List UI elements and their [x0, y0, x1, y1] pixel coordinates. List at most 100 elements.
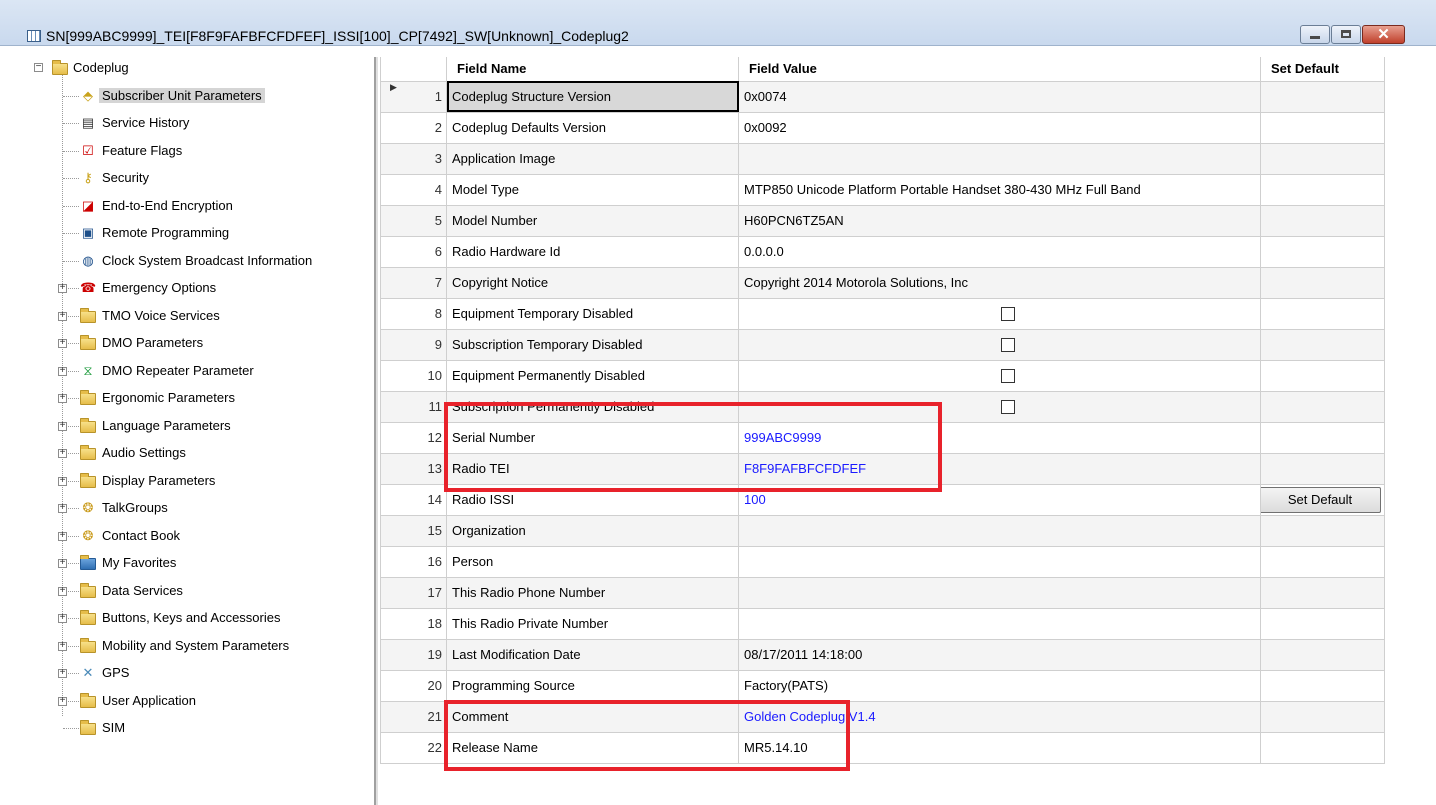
expand-icon[interactable]: + — [58, 338, 67, 348]
table-row[interactable]: 4 Model Type MTP850 Unicode Platform Porta… — [380, 173, 1385, 206]
column-header-field-value[interactable]: Field Value — [738, 57, 1261, 82]
expand-icon[interactable]: + — [58, 393, 67, 403]
expand-icon[interactable]: + — [58, 586, 67, 596]
expand-icon[interactable]: + — [58, 421, 67, 431]
table-row[interactable]: 9 Subscription Temporary Disabled — [380, 328, 1385, 361]
field-value-cell[interactable] — [738, 545, 1261, 578]
expand-icon[interactable]: + — [58, 476, 67, 486]
row-header[interactable]: ▶ 1 — [380, 80, 447, 113]
table-row[interactable]: 6 Radio Hardware Id 0.0.0.0 — [380, 235, 1385, 268]
row-header[interactable]: 8 — [380, 297, 447, 330]
table-row[interactable]: 2 Codeplug Defaults Version 0x0092 — [380, 111, 1385, 144]
expand-icon[interactable]: + — [58, 558, 67, 568]
table-row[interactable]: 8 Equipment Temporary Disabled — [380, 297, 1385, 330]
expand-icon[interactable]: + — [58, 696, 67, 706]
field-value-cell[interactable]: 0.0.0.0 — [738, 235, 1261, 268]
field-value-cell[interactable]: 08/17/2011 14:18:00 — [738, 638, 1261, 671]
field-value-cell[interactable]: MTP850 Unicode Platform Portable Handset… — [738, 173, 1261, 206]
row-header[interactable]: 21 — [380, 700, 447, 733]
expand-icon[interactable]: + — [58, 531, 67, 541]
row-header[interactable]: 13 — [380, 452, 447, 485]
row-header[interactable]: 10 — [380, 359, 447, 392]
set-default-cell — [1260, 669, 1385, 702]
field-name-cell[interactable]: Application Image — [446, 142, 739, 175]
expand-icon[interactable]: + — [58, 668, 67, 678]
table-row[interactable]: 15 Organization — [380, 514, 1385, 547]
table-row[interactable]: 20 Programming Source Factory(PATS) — [380, 669, 1385, 702]
field-value-cell[interactable]: Factory(PATS) — [738, 669, 1261, 702]
table-row[interactable]: ▶ 1 Codeplug Structure Version 0x0074 — [380, 80, 1385, 113]
field-value-cell[interactable]: Copyright 2014 Motorola Solutions, Inc — [738, 266, 1261, 299]
table-row[interactable]: 3 Application Image — [380, 142, 1385, 175]
field-value-cell[interactable] — [738, 576, 1261, 609]
row-header[interactable]: 20 — [380, 669, 447, 702]
maximize-button[interactable] — [1331, 25, 1361, 44]
field-name-cell[interactable]: Copyright Notice — [446, 266, 739, 299]
row-header[interactable]: 9 — [380, 328, 447, 361]
row-header[interactable]: 7 — [380, 266, 447, 299]
collapse-icon[interactable]: − — [34, 62, 43, 72]
field-name-cell[interactable]: Codeplug Structure Version — [446, 80, 739, 113]
row-header[interactable]: 5 — [380, 204, 447, 237]
table-row[interactable]: 18 This Radio Private Number — [380, 607, 1385, 640]
table-row[interactable]: 19 Last Modification Date 08/17/2011 14:18… — [380, 638, 1385, 671]
checkbox[interactable] — [1000, 369, 1015, 384]
field-value-cell[interactable]: 0x0074 — [738, 80, 1261, 113]
table-row[interactable]: 17 This Radio Phone Number — [380, 576, 1385, 609]
expand-icon[interactable]: + — [58, 641, 67, 651]
row-header[interactable]: 19 — [380, 638, 447, 671]
table-row[interactable]: 16 Person — [380, 545, 1385, 578]
expand-icon[interactable]: + — [58, 613, 67, 623]
field-value-cell[interactable] — [738, 142, 1261, 175]
checkbox[interactable] — [1000, 400, 1015, 415]
expand-icon[interactable]: + — [58, 448, 67, 458]
field-value-cell[interactable] — [738, 297, 1261, 330]
table-row[interactable]: 5 Model Number H60PCN6TZ5AN — [380, 204, 1385, 237]
row-header[interactable]: 6 — [380, 235, 447, 268]
row-header[interactable]: 11 — [380, 390, 447, 423]
field-name-cell[interactable]: Programming Source — [446, 669, 739, 702]
close-button[interactable]: ✕ — [1362, 25, 1405, 44]
column-header-set-default[interactable]: Set Default — [1260, 57, 1385, 82]
row-header[interactable]: 22 — [380, 731, 447, 764]
field-name-cell[interactable]: Last Modification Date — [446, 638, 739, 671]
field-value-cell[interactable] — [738, 607, 1261, 640]
codeplug-tree[interactable]: − Codeplug ⬘ Subscriber Unit Parameters ▤ Ser… — [24, 57, 374, 805]
row-header[interactable]: 15 — [380, 514, 447, 547]
set-default-button[interactable]: Set Default — [1261, 486, 1381, 513]
row-header[interactable]: 14 — [380, 483, 447, 516]
column-header-field-name[interactable]: Field Name — [446, 57, 739, 82]
expand-icon[interactable]: + — [58, 311, 67, 321]
field-name-cell[interactable]: Radio Hardware Id — [446, 235, 739, 268]
row-header[interactable]: 2 — [380, 111, 447, 144]
row-header[interactable]: 12 — [380, 421, 447, 454]
checkbox[interactable] — [1000, 307, 1015, 322]
field-name-cell[interactable]: Model Type — [446, 173, 739, 206]
field-value-cell[interactable] — [738, 328, 1261, 361]
field-name-cell[interactable]: Equipment Temporary Disabled — [446, 297, 739, 330]
field-value-cell[interactable]: H60PCN6TZ5AN — [738, 204, 1261, 237]
field-name-cell[interactable]: Organization — [446, 514, 739, 547]
field-value-cell[interactable]: 0x0092 — [738, 111, 1261, 144]
table-row[interactable]: 10 Equipment Permanently Disabled — [380, 359, 1385, 392]
checkbox[interactable] — [1000, 338, 1015, 353]
field-name-cell[interactable]: Subscription Temporary Disabled — [446, 328, 739, 361]
field-name-cell[interactable]: This Radio Private Number — [446, 607, 739, 640]
row-header[interactable]: 4 — [380, 173, 447, 206]
field-value-cell[interactable] — [738, 359, 1261, 392]
table-row[interactable]: 7 Copyright Notice Copyright 2014 Motorola… — [380, 266, 1385, 299]
field-name-cell[interactable]: Person — [446, 545, 739, 578]
row-header[interactable]: 17 — [380, 576, 447, 609]
field-name-cell[interactable]: Equipment Permanently Disabled — [446, 359, 739, 392]
expand-icon[interactable]: + — [58, 283, 67, 293]
row-header[interactable]: 16 — [380, 545, 447, 578]
minimize-button[interactable] — [1300, 25, 1330, 44]
expand-icon[interactable]: + — [58, 366, 67, 376]
row-header[interactable]: 18 — [380, 607, 447, 640]
expand-icon[interactable]: + — [58, 503, 67, 513]
field-name-cell[interactable]: Codeplug Defaults Version — [446, 111, 739, 144]
row-header[interactable]: 3 — [380, 142, 447, 175]
field-name-cell[interactable]: Model Number — [446, 204, 739, 237]
field-name-cell[interactable]: This Radio Phone Number — [446, 576, 739, 609]
field-value-cell[interactable] — [738, 514, 1261, 547]
